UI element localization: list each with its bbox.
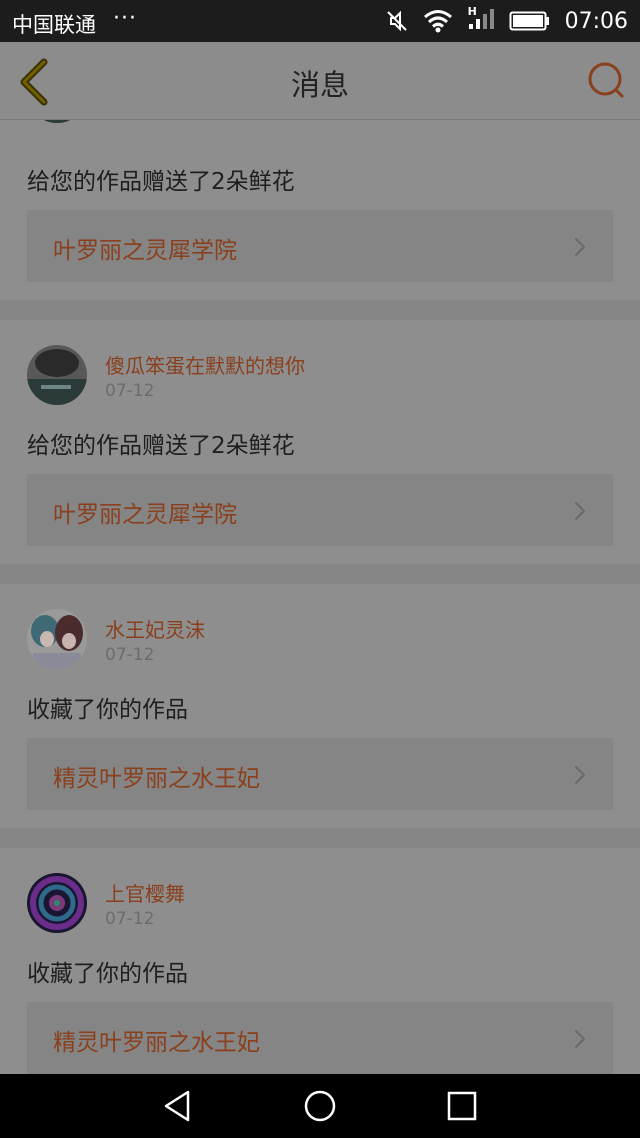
clock: 07:06 xyxy=(564,8,628,34)
message-action: 收藏了你的作品 xyxy=(27,697,188,723)
nav-back-icon[interactable] xyxy=(160,1088,196,1124)
message-action: 收藏了你的作品 xyxy=(27,961,188,987)
message-card: 傻瓜笨蛋在默默的想你 07-12 给您的作品赠送了2朵鲜花 叶罗丽之灵犀学院 xyxy=(0,320,640,584)
work-link[interactable]: 精灵叶罗丽之水王妃 xyxy=(27,1002,613,1074)
work-title: 精灵叶罗丽之水王妃 xyxy=(53,1030,260,1056)
chevron-right-icon xyxy=(574,501,586,521)
divider xyxy=(0,300,640,320)
mute-icon xyxy=(386,10,407,32)
message-date: 07-12 xyxy=(105,909,155,929)
username[interactable]: 傻瓜笨蛋在默默的想你 xyxy=(105,350,305,379)
carrier-label: 中国联通 xyxy=(12,13,96,37)
work-title: 叶罗丽之灵犀学院 xyxy=(53,502,237,528)
message-card: 水王妃灵沫 07-12 收藏了你的作品 精灵叶罗丽之水王妃 xyxy=(0,584,640,848)
divider xyxy=(0,564,640,584)
status-bar: 中国联通 ··· H 07:06 xyxy=(0,0,640,42)
system-nav-bar xyxy=(0,1074,640,1138)
battery-icon xyxy=(509,11,549,31)
search-icon[interactable] xyxy=(586,60,626,100)
avatar[interactable] xyxy=(27,873,87,933)
avatar[interactable] xyxy=(27,345,87,405)
work-link[interactable]: 叶罗丽之灵犀学院 xyxy=(27,210,613,282)
message-card: 07-12 给您的作品赠送了2朵鲜花 叶罗丽之灵犀学院 xyxy=(0,120,640,300)
work-link[interactable]: 叶罗丽之灵犀学院 xyxy=(27,474,613,546)
signal-icon: H xyxy=(467,5,495,36)
status-icons: H 07:06 xyxy=(385,0,628,42)
nav-recents-icon[interactable] xyxy=(444,1088,480,1124)
message-action: 给您的作品赠送了2朵鲜花 xyxy=(27,169,295,195)
header: 消息 xyxy=(0,42,640,120)
avatar[interactable] xyxy=(27,609,87,669)
work-link[interactable]: 精灵叶罗丽之水王妃 xyxy=(27,738,613,810)
username[interactable]: 水王妃灵沫 xyxy=(105,614,205,643)
work-title: 叶罗丽之灵犀学院 xyxy=(53,238,237,264)
work-title: 精灵叶罗丽之水王妃 xyxy=(53,766,260,792)
wifi-icon xyxy=(423,10,452,33)
chevron-right-icon xyxy=(574,237,586,257)
username[interactable]: 上官樱舞 xyxy=(105,878,185,907)
chevron-right-icon xyxy=(574,765,586,785)
divider xyxy=(0,828,640,848)
message-card: 上官樱舞 07-12 收藏了你的作品 精灵叶罗丽之水王妃 xyxy=(0,848,640,1074)
avatar[interactable] xyxy=(27,120,87,123)
message-list[interactable]: 07-12 给您的作品赠送了2朵鲜花 叶罗丽之灵犀学院 傻瓜笨蛋在默默的想你 0… xyxy=(0,120,640,1074)
chevron-right-icon xyxy=(574,1029,586,1049)
page-title: 消息 xyxy=(290,68,349,102)
message-action: 给您的作品赠送了2朵鲜花 xyxy=(27,433,295,459)
message-date: 07-12 xyxy=(105,381,155,401)
message-date: 07-12 xyxy=(105,645,155,665)
more-notifications-indicator: ··· xyxy=(113,6,137,31)
nav-home-icon[interactable] xyxy=(302,1088,338,1124)
